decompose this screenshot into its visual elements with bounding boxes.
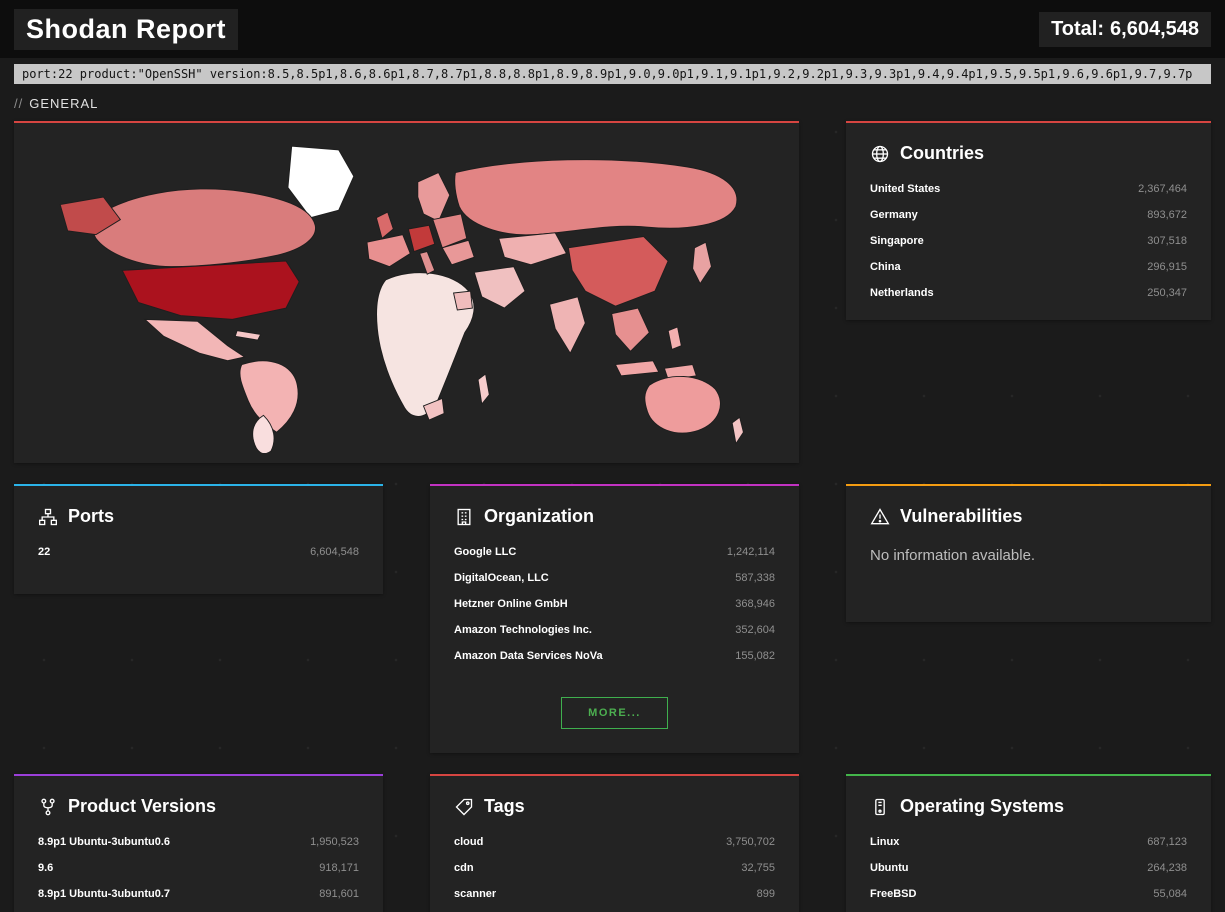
- list-item[interactable]: Germany 893,672: [846, 202, 1211, 228]
- list-item[interactable]: FreeBSD 55,084: [846, 881, 1211, 907]
- ports-panel: Ports 22 6,604,548: [14, 484, 383, 594]
- list-item[interactable]: Google LLC 1,242,114: [430, 539, 799, 565]
- total-label: Total:: [1051, 18, 1104, 40]
- list-item[interactable]: Hetzner Online GmbH 368,946: [430, 591, 799, 617]
- list-item[interactable]: Ubuntu 264,238: [846, 855, 1211, 881]
- total-counter: Total: 6,604,548: [1039, 12, 1211, 47]
- operating-systems-list: Linux 687,123 Ubuntu 264,238 FreeBSD 55,…: [846, 829, 1211, 912]
- top-bar: Shodan Report Total: 6,604,548: [0, 0, 1225, 58]
- organization-panel-title: Organization: [484, 506, 594, 527]
- section-slashes: //: [14, 96, 23, 111]
- world-map-panel: [14, 121, 799, 463]
- list-item[interactable]: cloud 3,750,702: [430, 829, 799, 855]
- product-versions-panel-header: Product Versions: [14, 776, 383, 829]
- more-button[interactable]: MORE...: [561, 697, 668, 729]
- tags-panel: Tags cloud 3,750,702 cdn 32,755 scanner …: [430, 774, 799, 912]
- section-label: GENERAL: [29, 96, 98, 111]
- ports-panel-header: Ports: [14, 486, 383, 539]
- countries-panel-title: Countries: [900, 143, 984, 164]
- tags-list: cloud 3,750,702 cdn 32,755 scanner 899: [430, 829, 799, 912]
- building-icon: [454, 507, 474, 527]
- warning-triangle-icon: [870, 507, 890, 527]
- organization-panel-header: Organization: [430, 486, 799, 539]
- ports-list: 22 6,604,548: [14, 539, 383, 579]
- vulnerabilities-panel-header: Vulnerabilities: [846, 486, 1211, 539]
- tags-panel-header: Tags: [430, 776, 799, 829]
- countries-list: United States 2,367,464 Germany 893,672 …: [846, 176, 1211, 320]
- organization-list: Google LLC 1,242,114 DigitalOcean, LLC 5…: [430, 539, 799, 683]
- list-item[interactable]: Amazon Data Services NoVa 155,082: [430, 643, 799, 669]
- list-item[interactable]: 9.6 918,171: [14, 855, 383, 881]
- chip-icon: [870, 797, 890, 817]
- product-versions-list: 8.9p1 Ubuntu-3ubuntu0.6 1,950,523 9.6 91…: [14, 829, 383, 912]
- list-item[interactable]: 8.9p1 Ubuntu-3ubuntu0.6 1,950,523: [14, 829, 383, 855]
- ports-panel-title: Ports: [68, 506, 114, 527]
- page-title: Shodan Report: [14, 9, 238, 50]
- list-item[interactable]: Amazon Technologies Inc. 352,604: [430, 617, 799, 643]
- sitemap-icon: [38, 507, 58, 527]
- product-versions-panel: Product Versions 8.9p1 Ubuntu-3ubuntu0.6…: [14, 774, 383, 912]
- tags-panel-title: Tags: [484, 796, 525, 817]
- list-item[interactable]: Singapore 307,518: [846, 228, 1211, 254]
- operating-systems-panel: Operating Systems Linux 687,123 Ubuntu 2…: [846, 774, 1211, 912]
- list-item[interactable]: 22 6,604,548: [14, 539, 383, 565]
- world-choropleth-map: [22, 133, 791, 453]
- organization-panel: Organization Google LLC 1,242,114 Digita…: [430, 484, 799, 753]
- list-item[interactable]: China 296,915: [846, 254, 1211, 280]
- list-item[interactable]: scanner 899: [430, 881, 799, 907]
- product-versions-panel-title: Product Versions: [68, 796, 216, 817]
- panel-grid: Countries United States 2,367,464 German…: [14, 121, 1211, 912]
- globe-icon: [870, 144, 890, 164]
- list-item[interactable]: 8.9p1 Ubuntu-3ubuntu0.7 891,601: [14, 881, 383, 907]
- list-item[interactable]: Linux 687,123: [846, 829, 1211, 855]
- countries-panel-header: Countries: [846, 123, 1211, 176]
- vulnerabilities-empty-text: No information available.: [846, 539, 1211, 592]
- organization-more-wrap: MORE...: [430, 683, 799, 753]
- code-fork-icon: [38, 797, 58, 817]
- total-value: 6,604,548: [1110, 18, 1199, 40]
- list-item[interactable]: United States 2,367,464: [846, 176, 1211, 202]
- operating-systems-panel-header: Operating Systems: [846, 776, 1211, 829]
- countries-panel: Countries United States 2,367,464 German…: [846, 121, 1211, 320]
- list-item[interactable]: cdn 32,755: [430, 855, 799, 881]
- list-item[interactable]: Netherlands 250,347: [846, 280, 1211, 306]
- vulnerabilities-panel-title: Vulnerabilities: [900, 506, 1022, 527]
- tag-icon: [454, 797, 474, 817]
- vulnerabilities-panel: Vulnerabilities No information available…: [846, 484, 1211, 622]
- search-query-text: port:22 product:"OpenSSH" version:8.5,8.…: [14, 64, 1211, 84]
- operating-systems-panel-title: Operating Systems: [900, 796, 1064, 817]
- list-item[interactable]: DigitalOcean, LLC 587,338: [430, 565, 799, 591]
- section-header-general: // GENERAL: [14, 96, 1211, 111]
